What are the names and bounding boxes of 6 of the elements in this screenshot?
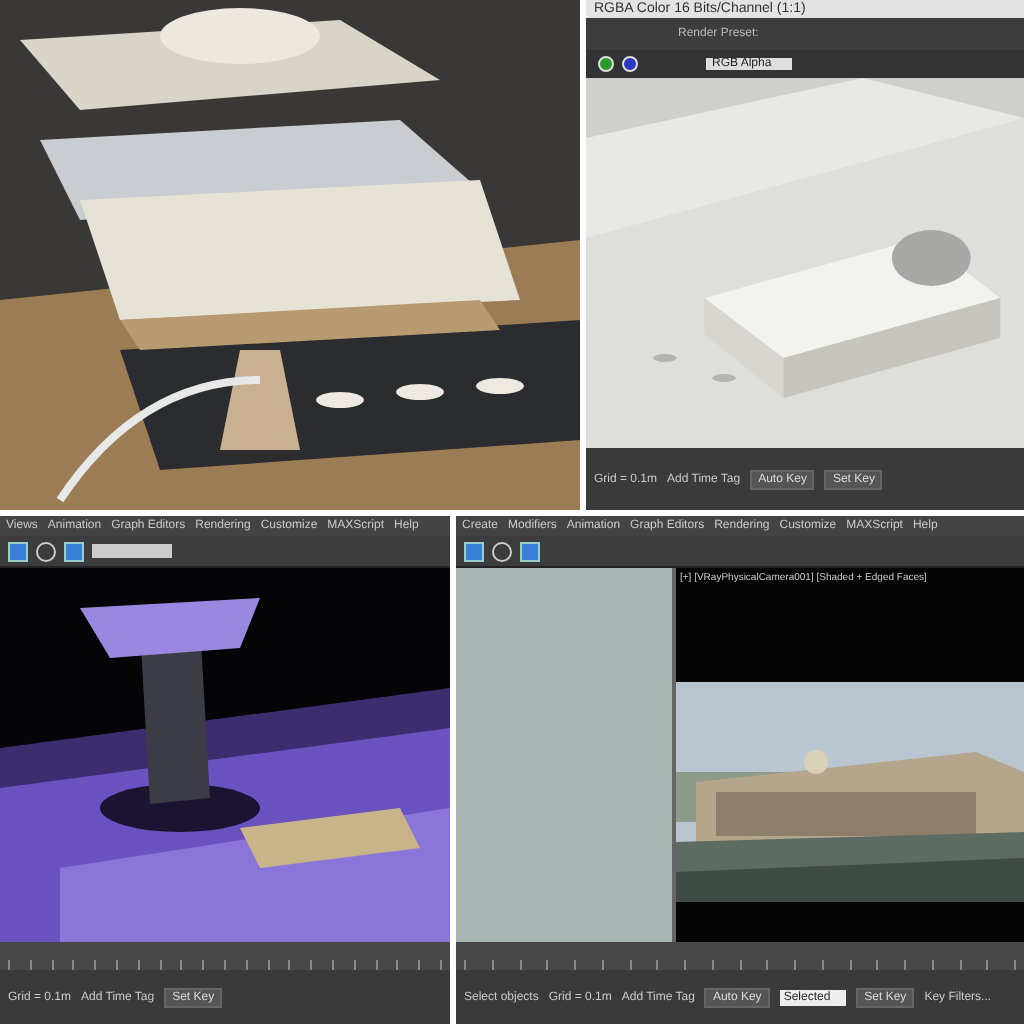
scale-icon[interactable] [64,541,84,561]
scale-icon[interactable] [520,541,540,561]
select-icon[interactable] [8,541,28,561]
select-icon[interactable] [464,541,484,561]
timeline-ruler[interactable] [0,942,450,970]
timeline-ruler[interactable] [456,942,1024,970]
